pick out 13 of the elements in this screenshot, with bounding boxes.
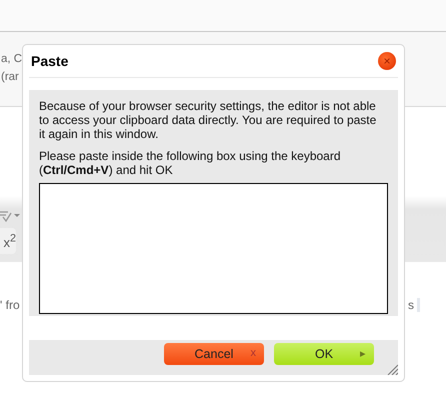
resize-grip-icon[interactable]: [386, 363, 398, 375]
background-text: a, C: [0, 52, 23, 67]
security-message: Because of your browser security settings, the editor is not able to access your clipboard data directly. You are required to paste it again in this window.: [39, 99, 378, 141]
background-text: (rar: [0, 70, 20, 85]
background-text: s: [408, 298, 420, 312]
paste-field[interactable]: [39, 183, 388, 314]
background-text: ' fro: [0, 298, 20, 312]
cancel-button[interactable]: Cancel x: [164, 343, 264, 365]
dialog-title: Paste: [31, 53, 68, 69]
spellcheck-icon[interactable]: [0, 209, 20, 223]
superscript-button[interactable]: x$^{2}$: [0, 228, 16, 254]
ok-button[interactable]: OK ▸: [274, 343, 374, 365]
paste-instruction: Please paste inside the following box using the keyboard (Ctrl/Cmd+V) and hit OK: [39, 149, 342, 177]
